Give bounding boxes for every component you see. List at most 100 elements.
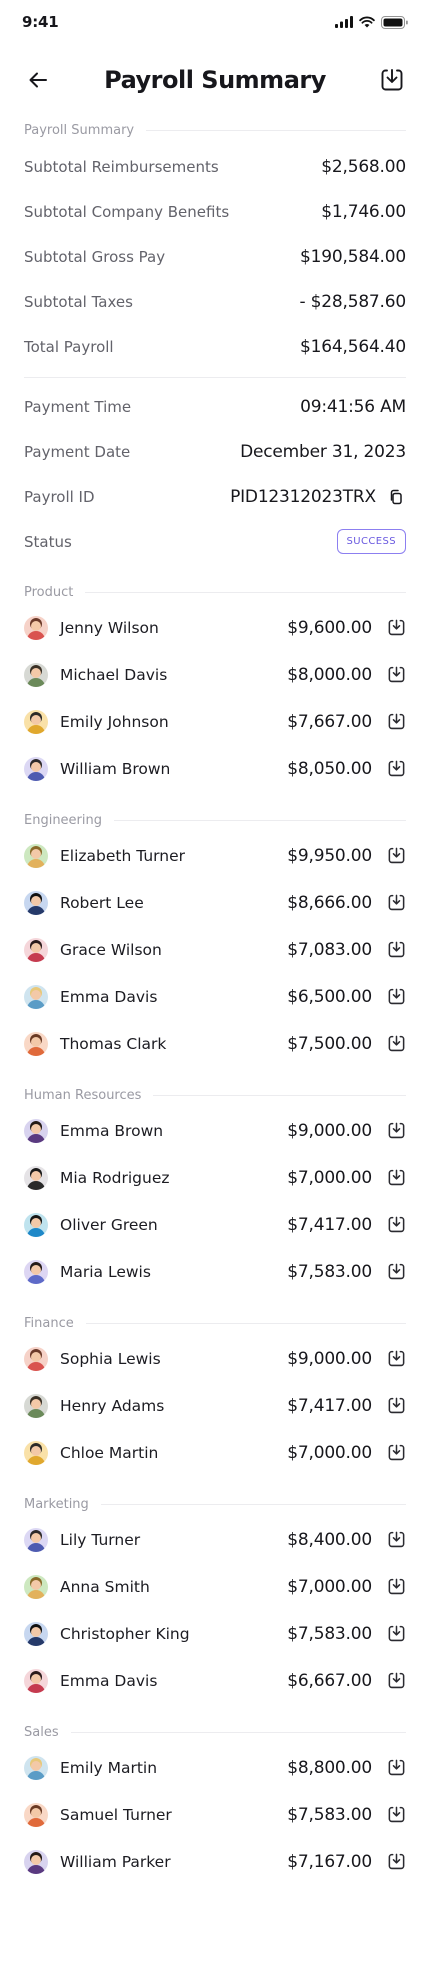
group-engineering: Engineering Elizabeth Turner $9,950.00 Robe… (24, 810, 406, 1067)
download-payslip-button[interactable] (386, 1396, 406, 1416)
employee-info: Sophia Lewis (24, 1346, 161, 1371)
group-header: Engineering (24, 810, 406, 830)
download-payslip-button[interactable] (386, 1215, 406, 1235)
section-divider (85, 1322, 406, 1324)
page-title: Payroll Summary (104, 66, 326, 94)
employee-row[interactable]: Henry Adams $7,417.00 (24, 1382, 406, 1429)
download-button[interactable] (378, 66, 406, 94)
download-payslip-button[interactable] (386, 1805, 406, 1825)
download-payslip-button[interactable] (386, 759, 406, 779)
employee-info: William Parker (24, 1849, 171, 1874)
download-payslip-button[interactable] (386, 1034, 406, 1054)
summary-row: Subtotal Reimbursements $2,568.00 (24, 144, 406, 189)
employee-row[interactable]: Emma Davis $6,500.00 (24, 973, 406, 1020)
employee-row[interactable]: Chloe Martin $7,000.00 (24, 1429, 406, 1476)
avatar (24, 1031, 48, 1056)
download-payslip-button[interactable] (386, 940, 406, 960)
employee-info: Oliver Green (24, 1212, 158, 1237)
download-payslip-button[interactable] (386, 1121, 406, 1141)
download-icon (388, 941, 404, 958)
download-icon (388, 713, 404, 730)
avatar (24, 1118, 48, 1143)
download-payslip-button[interactable] (386, 1168, 406, 1188)
download-payslip-button[interactable] (386, 712, 406, 732)
download-payslip-button[interactable] (386, 846, 406, 866)
group-label: Product (24, 584, 74, 600)
download-icon (388, 1672, 404, 1689)
employee-row[interactable]: Thomas Clark $7,500.00 (24, 1020, 406, 1067)
employee-name: Jenny Wilson (60, 618, 159, 637)
employee-row[interactable]: Samuel Turner $7,583.00 (24, 1791, 406, 1838)
employee-row[interactable]: Christopher King $7,583.00 (24, 1610, 406, 1657)
employee-info: Elizabeth Turner (24, 843, 185, 868)
download-icon (388, 666, 404, 683)
section-divider (85, 591, 406, 593)
avatar (24, 1440, 48, 1465)
summary-section-label: Payroll Summary (24, 122, 135, 138)
employee-row[interactable]: Elizabeth Turner $9,950.00 (24, 832, 406, 879)
employee-pay: $7,167.00 (287, 1852, 406, 1872)
download-payslip-button[interactable] (386, 1577, 406, 1597)
employee-pay: $7,583.00 (287, 1262, 406, 1282)
employee-pay: $7,417.00 (287, 1215, 406, 1235)
avatar (24, 843, 48, 868)
download-icon (388, 1444, 404, 1461)
group-label: Finance (24, 1315, 74, 1331)
employee-name: William Brown (60, 759, 171, 778)
download-icon (388, 1122, 404, 1139)
download-payslip-button[interactable] (386, 1671, 406, 1691)
download-payslip-button[interactable] (386, 618, 406, 638)
employee-pay: $7,667.00 (287, 712, 406, 732)
employee-name: William Parker (60, 1852, 171, 1871)
employee-row[interactable]: Emma Brown $9,000.00 (24, 1107, 406, 1154)
employee-row[interactable]: Grace Wilson $7,083.00 (24, 926, 406, 973)
employee-amount: $8,800.00 (287, 1757, 372, 1778)
group-label: Sales (24, 1724, 59, 1740)
employee-info: Michael Davis (24, 662, 167, 687)
employee-row[interactable]: Michael Davis $8,000.00 (24, 651, 406, 698)
employee-pay: $6,500.00 (287, 987, 406, 1007)
avatar (24, 1802, 48, 1827)
group-header: Marketing (24, 1494, 406, 1514)
employee-name: Emma Davis (60, 987, 158, 1006)
employee-row[interactable]: Robert Lee $8,666.00 (24, 879, 406, 926)
employee-info: Emma Davis (24, 984, 158, 1009)
download-payslip-button[interactable] (386, 1758, 406, 1778)
employee-row[interactable]: Emily Johnson $7,667.00 (24, 698, 406, 745)
download-payslip-button[interactable] (386, 1349, 406, 1369)
employee-row[interactable]: William Brown $8,050.00 (24, 745, 406, 792)
employee-row[interactable]: Sophia Lewis $9,000.00 (24, 1335, 406, 1382)
arrow-left-icon (29, 72, 47, 88)
download-payslip-button[interactable] (386, 1852, 406, 1872)
group-label: Marketing (24, 1496, 89, 1512)
employee-row[interactable]: Emily Martin $8,800.00 (24, 1744, 406, 1791)
download-payslip-button[interactable] (386, 893, 406, 913)
employee-row[interactable]: Jenny Wilson $9,600.00 (24, 604, 406, 651)
employee-name: Samuel Turner (60, 1805, 172, 1824)
employee-row[interactable]: Anna Smith $7,000.00 (24, 1563, 406, 1610)
avatar (24, 709, 48, 734)
download-icon (388, 1625, 404, 1642)
employee-row[interactable]: Lily Turner $8,400.00 (24, 1516, 406, 1563)
download-payslip-button[interactable] (386, 1262, 406, 1282)
employee-info: Anna Smith (24, 1574, 150, 1599)
employee-pay: $7,583.00 (287, 1805, 406, 1825)
group-human-resources: Human Resources Emma Brown $9,000.00 Mia Ro… (24, 1085, 406, 1295)
download-payslip-button[interactable] (386, 1624, 406, 1644)
copy-button[interactable] (386, 487, 406, 507)
group-product: Product Jenny Wilson $9,600.00 Michael Davi… (24, 582, 406, 792)
employee-row[interactable]: Emma Davis $6,667.00 (24, 1657, 406, 1704)
download-icon (388, 1350, 404, 1367)
summary-row: Total Payroll $164,564.40 (24, 324, 406, 369)
back-button[interactable] (24, 66, 52, 94)
employee-row[interactable]: William Parker $7,167.00 (24, 1838, 406, 1885)
employee-row[interactable]: Mia Rodriguez $7,000.00 (24, 1154, 406, 1201)
download-payslip-button[interactable] (386, 987, 406, 1007)
download-icon (381, 69, 403, 91)
employee-row[interactable]: Oliver Green $7,417.00 (24, 1201, 406, 1248)
download-payslip-button[interactable] (386, 1443, 406, 1463)
summary-row: Subtotal Company Benefits $1,746.00 (24, 189, 406, 234)
employee-row[interactable]: Maria Lewis $7,583.00 (24, 1248, 406, 1295)
download-payslip-button[interactable] (386, 1530, 406, 1550)
download-payslip-button[interactable] (386, 665, 406, 685)
